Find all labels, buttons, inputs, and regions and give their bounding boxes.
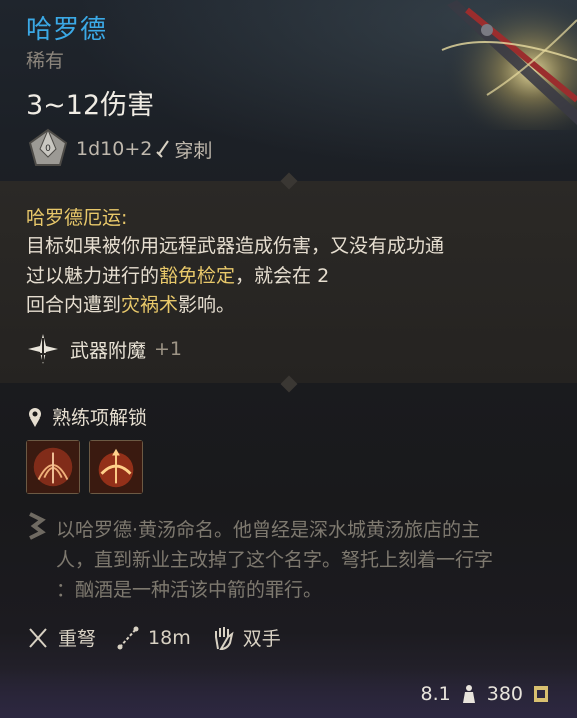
item-tooltip: 哈罗德 稀有 3~12伤害 0 1d10+2 穿刺 哈罗德厄运: 目标如果被你用… xyxy=(0,0,577,718)
pierce-icon xyxy=(156,140,170,158)
passive-desc-line: 过以魅力进行的豁免检定，就会在 2 xyxy=(26,262,546,292)
item-rarity: 稀有 xyxy=(26,50,65,72)
proficiency-row: 熟练项解锁 xyxy=(26,403,147,430)
passive-text: 回合内遭到 xyxy=(26,294,122,316)
dice-formula: 1d10+2 xyxy=(76,138,153,160)
passive-description: 目标如果被你用远程武器造成伤害，又没有成功通 过以魅力进行的豁免检定，就会在 2… xyxy=(26,232,546,321)
damage-range: 3~12伤害 xyxy=(26,90,155,121)
range-label: 18m xyxy=(148,626,191,649)
range-icon xyxy=(117,626,139,649)
lore-text: 以哈罗德·黄汤命名。他曾经是深水城黄汤旅店的主 人，直到新业主改掉了这个名字。弩… xyxy=(56,515,556,605)
lore-line: ：酗酒是一种活该中箭的罪行。 xyxy=(56,579,323,601)
passive-text: 过以魅力进行的 xyxy=(26,264,160,287)
enchant-value: +1 xyxy=(154,338,183,360)
passive-text: 影响。 xyxy=(178,294,236,316)
keyword-saving-throw[interactable]: 豁免检定 xyxy=(159,265,235,287)
lore-icon xyxy=(29,512,46,540)
enchant-icon xyxy=(28,334,58,364)
piercing-shot-icon xyxy=(90,441,142,493)
item-name: 哈罗德 xyxy=(26,15,108,45)
volley-icon xyxy=(27,441,79,493)
damage-dice-row: 0 1d10+2 穿刺 xyxy=(26,127,212,171)
gold-value: 380 xyxy=(486,683,523,705)
d10-dice-icon: 0 xyxy=(28,128,68,166)
passive-desc-line: 目标如果被你用远程武器造成伤害，又没有成功通 xyxy=(26,235,445,257)
proficiency-icon xyxy=(29,407,41,427)
gold-icon xyxy=(534,686,548,702)
crossed-weapons-icon xyxy=(29,627,47,648)
action-icon-1[interactable] xyxy=(26,440,80,494)
crossbow-art-image xyxy=(427,0,577,130)
passive-title: 哈罗德厄运: xyxy=(26,207,128,229)
hands-label: 双手 xyxy=(242,628,281,650)
passive-desc-line: 回合内遭到灾祸术影响。 xyxy=(26,291,546,321)
weapon-hands: 双手 xyxy=(211,624,281,651)
enchantment-row: 武器附魔 +1 xyxy=(26,332,182,366)
proficiency-label: 熟练项解锁 xyxy=(52,407,148,429)
weight-value: 8.1 xyxy=(420,683,451,705)
weapon-type: 重弩 xyxy=(26,624,96,651)
footer-stats: 8.1 380 xyxy=(421,683,559,705)
passive-text: ，就会在 2 xyxy=(235,264,330,287)
weight-icon xyxy=(462,685,475,703)
keyword-bane[interactable]: 灾祸术 xyxy=(121,294,178,316)
damage-type: 穿刺 xyxy=(174,139,213,162)
svg-text:0: 0 xyxy=(45,144,51,154)
hand-icon xyxy=(214,626,234,650)
lore-line: 人，直到新业主改掉了这个名字。弩托上刻着一行字 xyxy=(56,549,494,571)
weapon-range: 18m xyxy=(116,625,191,651)
action-icon-2[interactable] xyxy=(89,440,143,494)
enchant-label: 武器附魔 xyxy=(70,339,147,362)
weapon-type-label: 重弩 xyxy=(58,628,97,650)
lore-line: 以哈罗德·黄汤命名。他曾经是深水城黄汤旅店的主 xyxy=(56,519,481,541)
weapon-properties-row: 重弩 18m 双手 xyxy=(26,624,301,651)
